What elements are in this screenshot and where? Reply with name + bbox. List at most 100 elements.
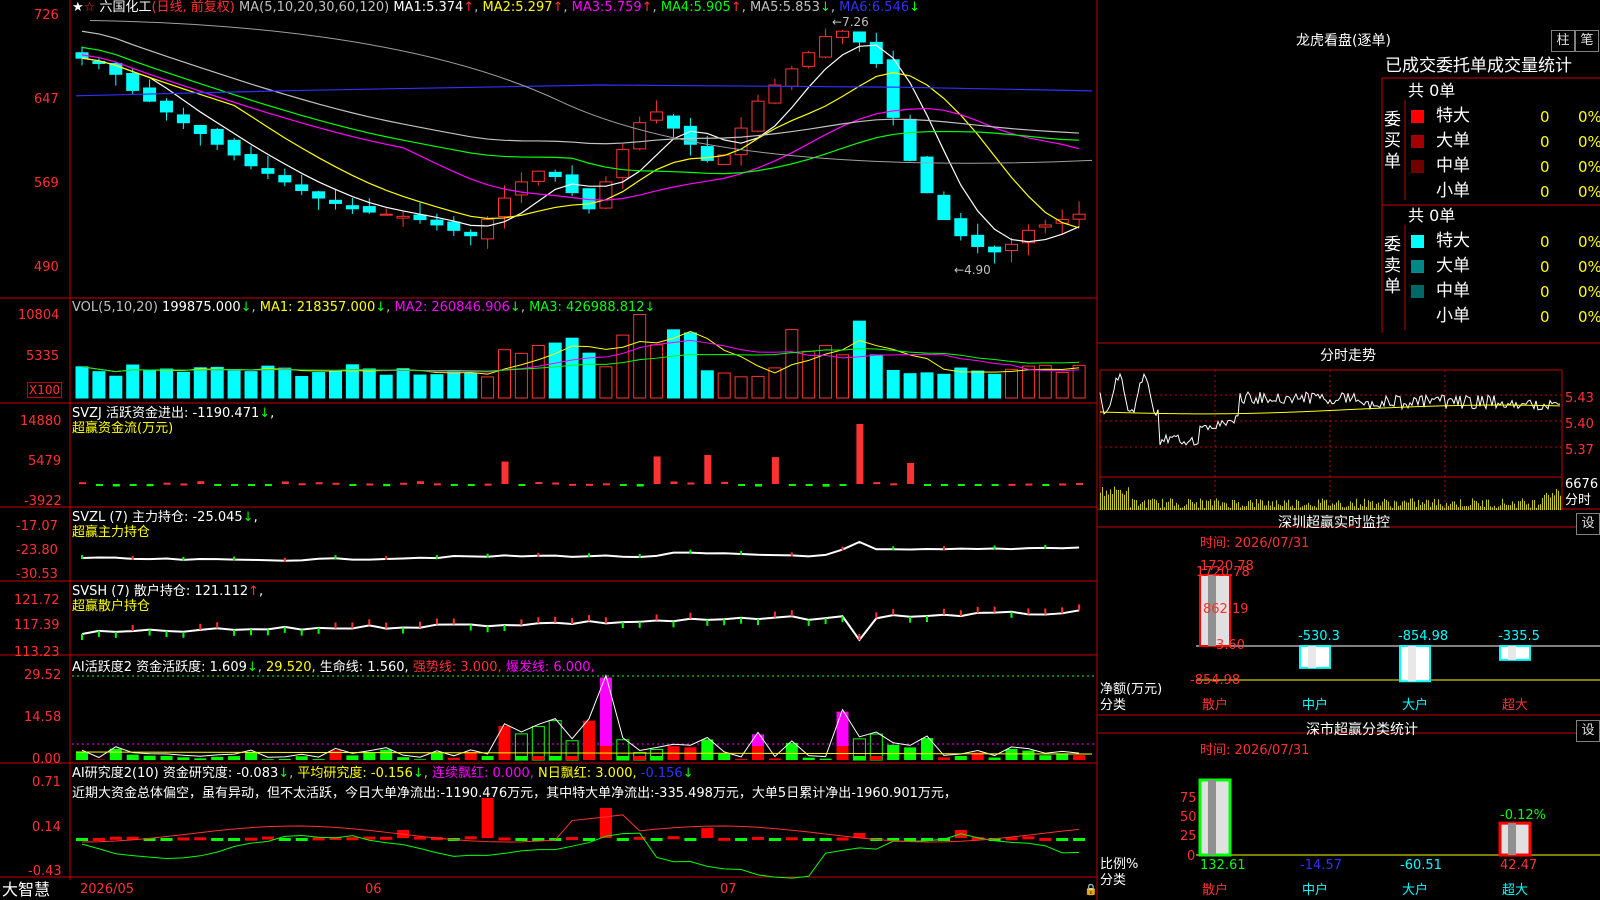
vol-unit-label[interactable]: X100 bbox=[27, 382, 63, 398]
star-icon[interactable]: ★ bbox=[72, 0, 84, 15]
volume-chart[interactable] bbox=[75, 314, 1086, 399]
intraday-axis-label: 5.37 bbox=[1565, 443, 1594, 458]
intraday-vol-bar bbox=[1130, 507, 1131, 510]
candle-body bbox=[768, 84, 782, 104]
volume-bar bbox=[836, 354, 849, 399]
ai-activity-chart[interactable] bbox=[72, 673, 1095, 761]
intraday-vol-bar bbox=[1162, 498, 1163, 510]
intraday-vol-bar bbox=[1532, 500, 1533, 510]
svsh-tick bbox=[858, 634, 861, 640]
stats-bar-label: 132.61 bbox=[1200, 858, 1246, 873]
monitor-bar-label: -530.3 bbox=[1298, 629, 1340, 644]
svzl-tick bbox=[689, 549, 692, 554]
svsh-tick bbox=[638, 621, 641, 628]
candle-body bbox=[886, 59, 900, 118]
activity-bar bbox=[566, 756, 579, 760]
svsh-tick bbox=[368, 619, 371, 626]
intraday-vol-bar bbox=[1434, 498, 1435, 510]
color-swatch bbox=[1411, 160, 1424, 173]
intraday-vol-bar bbox=[1544, 494, 1545, 510]
stats-title: 深市超赢分类统计 bbox=[1306, 722, 1418, 738]
activity-bar bbox=[278, 758, 291, 760]
ai2-header: AI研究度2(10) 资金研究度: -0.083↓, 平均研究度: -0.156… bbox=[72, 766, 694, 781]
research-bar bbox=[1022, 836, 1035, 840]
ma3-label: MA3: bbox=[571, 0, 605, 15]
svzj-header: SVZJ 活跃资金进出: -1190.471↓, bbox=[72, 406, 275, 421]
svsh-chart[interactable] bbox=[81, 604, 1081, 642]
intraday-vol-bar bbox=[1372, 500, 1373, 510]
activity-bar bbox=[1022, 750, 1035, 760]
period-label[interactable]: (日线, 前复权) bbox=[151, 0, 234, 15]
flow-bar bbox=[1076, 483, 1084, 486]
ai-research-chart[interactable] bbox=[76, 798, 1086, 879]
candle-body bbox=[633, 122, 647, 150]
activity-bar bbox=[245, 752, 257, 760]
candle-body bbox=[971, 234, 985, 247]
intraday-vol-bar bbox=[1276, 500, 1277, 510]
flow-bar bbox=[214, 484, 222, 486]
stock-name: 六国化工 bbox=[99, 0, 152, 15]
flag-icon[interactable]: ☆ bbox=[84, 0, 96, 15]
intraday-vol-bar bbox=[1534, 499, 1535, 510]
flow-bar bbox=[535, 482, 543, 485]
svsh-tick bbox=[131, 625, 134, 632]
intraday-vol-bar bbox=[1354, 506, 1355, 510]
svsh-tick bbox=[300, 629, 303, 636]
intraday-vol-bar bbox=[1280, 505, 1281, 510]
volume-bar bbox=[886, 369, 900, 399]
svsh-tick bbox=[875, 612, 878, 619]
ai1-header: AI活跃度2 资金活跃度: 1.609↓, 29.520, 生命线: 1.560… bbox=[72, 660, 595, 675]
flow-bar bbox=[197, 481, 205, 484]
candle-body bbox=[481, 219, 495, 240]
intraday-vol-bar bbox=[1408, 502, 1409, 510]
lhb-row-label: 小单 bbox=[1436, 306, 1470, 326]
intraday-vol-bar bbox=[1148, 499, 1149, 510]
intraday-vol-bar bbox=[1398, 505, 1399, 510]
tick-mode-button[interactable]: 笔 bbox=[1575, 30, 1599, 52]
intraday-vol-bar bbox=[1104, 495, 1105, 510]
stats-axis-name: 比例% bbox=[1100, 857, 1139, 872]
flow-bar bbox=[619, 484, 627, 486]
intraday-vol-bar bbox=[1368, 500, 1369, 510]
svsh-tick bbox=[452, 618, 455, 625]
activity-bar bbox=[329, 750, 342, 760]
stats-settings-button[interactable]: 设 bbox=[1576, 720, 1600, 742]
monitor-title: 深圳超赢实时监控 bbox=[1278, 515, 1390, 531]
svsh-tick bbox=[216, 622, 219, 629]
candle-body bbox=[852, 31, 866, 43]
monitor-settings-button[interactable]: 设 bbox=[1576, 513, 1600, 535]
bar-mode-button[interactable]: 柱 bbox=[1551, 30, 1575, 52]
svsh-tick bbox=[233, 629, 236, 636]
svzl-tick bbox=[942, 546, 945, 551]
flow-bar bbox=[1059, 483, 1067, 486]
svsh-tick bbox=[807, 619, 810, 626]
volume-bar bbox=[329, 370, 342, 399]
intraday-vol-bar bbox=[1392, 507, 1393, 510]
intraday-vol-bar bbox=[1538, 504, 1539, 510]
kline-chart[interactable] bbox=[75, 19, 1093, 264]
intraday-vol-bar bbox=[1260, 499, 1261, 510]
intraday-vol-bar bbox=[1178, 504, 1179, 510]
intraday-vol-bar bbox=[1462, 506, 1463, 510]
research-bar bbox=[228, 838, 241, 841]
intraday-vol-bar bbox=[1416, 506, 1417, 510]
intraday-vol-bar bbox=[1400, 505, 1401, 510]
svzl-line bbox=[81, 540, 1080, 562]
brand-label[interactable]: 大智慧 bbox=[2, 880, 50, 900]
activity-bar bbox=[853, 756, 866, 760]
svzj-chart[interactable] bbox=[79, 424, 1084, 487]
intraday-vol-bar bbox=[1338, 500, 1339, 510]
intraday-vol-bar bbox=[1282, 506, 1283, 510]
intraday-vol-bar bbox=[1268, 500, 1269, 510]
research-bar bbox=[346, 837, 359, 841]
intraday-vol-bar bbox=[1320, 502, 1321, 510]
intraday-vol-bar bbox=[1378, 502, 1379, 510]
lock-icon[interactable]: 🔒 bbox=[1084, 882, 1098, 898]
candle-body bbox=[329, 199, 342, 204]
activity-bar bbox=[312, 759, 325, 760]
color-swatch bbox=[1411, 235, 1424, 248]
monitor-category-label: 中户 bbox=[1302, 698, 1329, 713]
intraday-vol-unit: 分时 bbox=[1565, 493, 1592, 508]
svzl-chart[interactable] bbox=[81, 540, 1080, 562]
stats-top-label: -0.12% bbox=[1500, 808, 1546, 823]
